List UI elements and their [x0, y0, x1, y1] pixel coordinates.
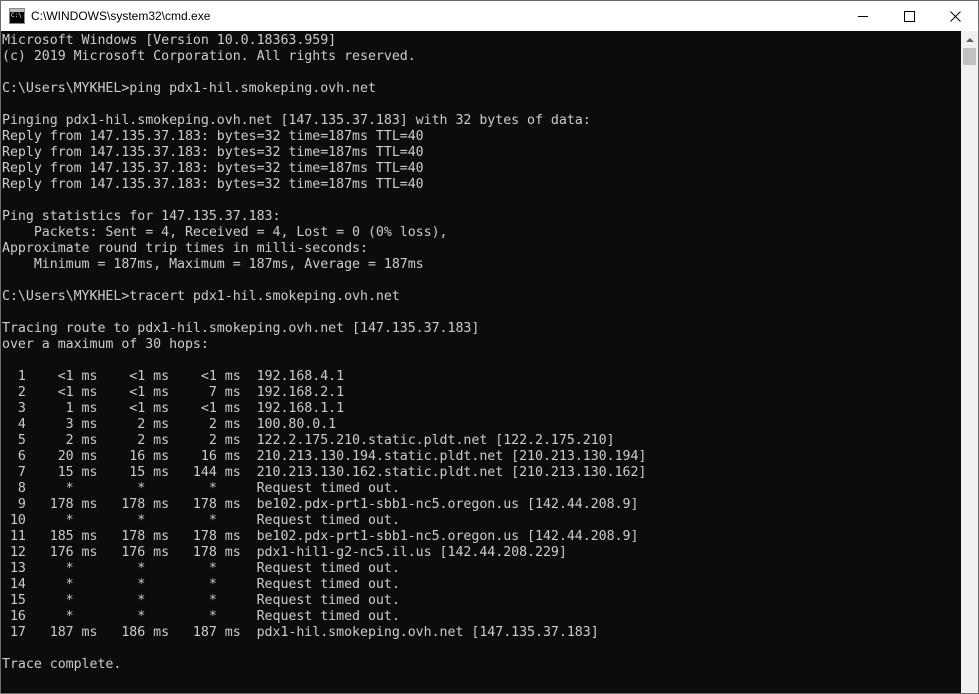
console-line: 3 1 ms <1 ms <1 ms 192.168.1.1	[2, 401, 345, 416]
console-line: 9 178 ms 178 ms 178 ms be102.pdx-prt1-sb…	[2, 497, 639, 512]
console-line: 16 * * * Request timed out.	[2, 609, 400, 624]
console-line: Reply from 147.135.37.183: bytes=32 time…	[2, 129, 424, 144]
console-line: 8 * * * Request timed out.	[2, 481, 400, 496]
scroll-thumb[interactable]	[963, 48, 976, 65]
cmd-window: C:\WINDOWS\system32\cmd.exe Microsoft Wi…	[0, 0, 979, 694]
console-text: Microsoft Windows [Version 10.0.18363.95…	[1, 31, 961, 673]
console-app-icon[interactable]	[9, 8, 25, 24]
console-line: 14 * * * Request timed out.	[2, 577, 400, 592]
console-line: Approximate round trip times in milli-se…	[2, 241, 368, 256]
minimize-icon	[858, 15, 868, 17]
console-line: C:\Users\MYKHEL>ping pdx1-hil.smokeping.…	[2, 81, 376, 96]
console-line: 11 185 ms 178 ms 178 ms be102.pdx-prt1-s…	[2, 529, 639, 544]
console-line: 2 <1 ms <1 ms 7 ms 192.168.2.1	[2, 385, 345, 400]
console-line: Microsoft Windows [Version 10.0.18363.95…	[2, 33, 337, 48]
maximize-icon	[903, 10, 915, 22]
console-line: Pinging pdx1-hil.smokeping.ovh.net [147.…	[2, 113, 591, 128]
console-line: 4 3 ms 2 ms 2 ms 100.80.0.1	[2, 417, 337, 432]
console-output-area[interactable]: Microsoft Windows [Version 10.0.18363.95…	[1, 31, 961, 693]
console-line: Minimum = 187ms, Maximum = 187ms, Averag…	[2, 257, 424, 272]
console-line: 7 15 ms 15 ms 144 ms 210.213.130.162.sta…	[2, 465, 647, 480]
console-line: 12 176 ms 176 ms 178 ms pdx1-hil1-g2-nc5…	[2, 545, 567, 560]
console-line: 1 <1 ms <1 ms <1 ms 192.168.4.1	[2, 369, 345, 384]
maximize-button[interactable]	[886, 1, 932, 31]
console-line: (c) 2019 Microsoft Corporation. All righ…	[2, 49, 416, 64]
console-line: C:\Users\MYKHEL>tracert pdx1-hil.smokepi…	[2, 289, 400, 304]
title-bar[interactable]: C:\WINDOWS\system32\cmd.exe	[1, 1, 978, 31]
console-line: 15 * * * Request timed out.	[2, 593, 400, 608]
console-line: Packets: Sent = 4, Received = 4, Lost = …	[2, 225, 448, 240]
console-line: Ping statistics for 147.135.37.183:	[2, 209, 281, 224]
console-line: 6 20 ms 16 ms 16 ms 210.213.130.194.stat…	[2, 449, 647, 464]
close-button[interactable]	[932, 1, 978, 31]
console-line: Reply from 147.135.37.183: bytes=32 time…	[2, 145, 424, 160]
console-line: 10 * * * Request timed out.	[2, 513, 400, 528]
console-line: 13 * * * Request timed out.	[2, 561, 400, 576]
console-line: 5 2 ms 2 ms 2 ms 122.2.175.210.static.pl…	[2, 433, 615, 448]
window-controls	[840, 1, 978, 31]
console-line: Reply from 147.135.37.183: bytes=32 time…	[2, 177, 424, 192]
close-icon	[949, 10, 961, 22]
console-line: 17 187 ms 186 ms 187 ms pdx1-hil.smokepi…	[2, 625, 599, 640]
console-line: Reply from 147.135.37.183: bytes=32 time…	[2, 161, 424, 176]
minimize-button[interactable]	[840, 1, 886, 31]
window-title: C:\WINDOWS\system32\cmd.exe	[31, 9, 211, 23]
console-line: Tracing route to pdx1-hil.smokeping.ovh.…	[2, 321, 480, 336]
console-line: Trace complete.	[2, 657, 122, 672]
vertical-scrollbar[interactable]	[961, 31, 978, 693]
console-line: over a maximum of 30 hops:	[2, 337, 209, 352]
chevron-up-icon	[965, 37, 974, 42]
scroll-up-button[interactable]	[961, 31, 978, 48]
